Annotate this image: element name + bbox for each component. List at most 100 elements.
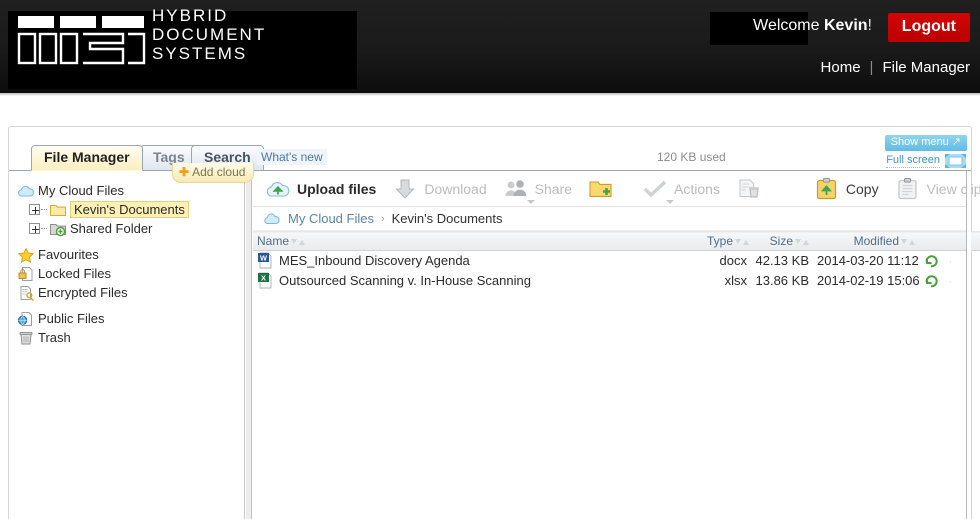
sidebar-item-locked-files[interactable]: Locked Files bbox=[15, 264, 244, 283]
sidebar-item-my-cloud-files[interactable]: My Cloud Files bbox=[15, 181, 244, 200]
cell-size: 42.13 KB bbox=[755, 253, 810, 269]
folder-tree: My Cloud Files Kevin's Documents Shared … bbox=[15, 181, 244, 347]
key-file-icon bbox=[20, 285, 34, 301]
row-dots: · · · bbox=[948, 256, 980, 269]
sidebar-item-favourites[interactable]: Favourites bbox=[15, 245, 244, 264]
sort-arrows-icon[interactable] bbox=[735, 238, 750, 246]
sidebar-label: Favourites bbox=[38, 247, 99, 262]
sort-arrows-icon[interactable] bbox=[291, 238, 306, 246]
column-header-type[interactable]: Type bbox=[703, 231, 751, 251]
cell-modified: 2014-03-20 11:12 bbox=[817, 253, 919, 269]
site-header: HYBRID DOCUMENT SYSTEMS Welcome Kevin! L… bbox=[0, 0, 980, 93]
cell-name[interactable]: W MES_Inbound Discovery Agenda bbox=[253, 251, 703, 271]
toolbar-label: Download bbox=[424, 180, 487, 197]
word-doc-icon: W bbox=[258, 252, 272, 269]
new-folder-icon bbox=[589, 180, 612, 197]
upload-files-button[interactable]: Upload files bbox=[265, 177, 376, 201]
cell-type: docx bbox=[719, 253, 747, 269]
header-text: Name bbox=[257, 234, 290, 248]
breadcrumb-root-link[interactable]: My Cloud Files bbox=[288, 211, 374, 226]
logo-line-3: SYSTEMS bbox=[152, 44, 248, 63]
welcome-username: Kevin bbox=[823, 17, 868, 34]
lock-file-icon bbox=[18, 266, 33, 281]
whats-new-link[interactable]: What's new bbox=[257, 149, 327, 165]
share-button[interactable]: Share bbox=[503, 177, 572, 204]
sidebar-item-kevins-documents[interactable]: Kevin's Documents bbox=[15, 200, 244, 219]
cloud-icon bbox=[264, 213, 280, 224]
expand-plus-icon[interactable] bbox=[29, 223, 40, 234]
file-name: MES_Inbound Discovery Agenda bbox=[279, 253, 470, 269]
welcome-prefix: Welcome bbox=[753, 17, 824, 34]
nav-file-manager-link[interactable]: File Manager bbox=[882, 59, 970, 76]
cell-name[interactable]: X Outsourced Scanning v. In-House Scanni… bbox=[253, 271, 703, 291]
view-clipboard-icon bbox=[897, 177, 917, 199]
header-text: Size bbox=[769, 234, 793, 248]
actions-button[interactable]: Actions bbox=[642, 177, 720, 204]
content-pane: Upload files Download Share Actions Copy… bbox=[253, 171, 980, 519]
sync-icon[interactable] bbox=[925, 254, 940, 268]
sidebar-item-public-files[interactable]: Public Files bbox=[15, 309, 244, 328]
toolbar-label: View clipboard bbox=[926, 180, 980, 197]
mes-logo-icon bbox=[17, 16, 146, 65]
add-cloud-button[interactable]: ✚ Add cloud bbox=[172, 163, 255, 183]
file-name: Outsourced Scanning v. In-House Scanning bbox=[279, 273, 531, 288]
page-body: Show menu ↗ Full screen File Manager Tag… bbox=[0, 93, 980, 519]
tab-strip: File Manager Tags Search What's new 120 … bbox=[9, 145, 971, 171]
cloud-icon bbox=[18, 185, 35, 196]
logo-wordmark: HYBRID DOCUMENT SYSTEMS bbox=[152, 6, 266, 63]
download-arrow-icon bbox=[395, 179, 416, 199]
sync-icon[interactable] bbox=[925, 274, 940, 288]
star-icon bbox=[17, 247, 35, 263]
cell-modified: 2014-02-19 15:06 bbox=[817, 273, 919, 288]
cell-type: xlsx bbox=[724, 273, 747, 288]
chevron-down-icon[interactable] bbox=[526, 199, 535, 204]
sidebar-item-shared-folder[interactable]: Shared Folder bbox=[15, 219, 244, 238]
add-cloud-label: Add cloud bbox=[192, 165, 246, 179]
sidebar-item-encrypted-files[interactable]: Encrypted Files bbox=[15, 283, 244, 302]
column-header-modified[interactable]: Modified bbox=[813, 231, 919, 251]
upload-cloud-icon bbox=[266, 181, 290, 197]
copy-button[interactable]: Copy bbox=[814, 177, 879, 201]
sidebar-label: Encrypted Files bbox=[38, 285, 128, 300]
header-text: Type bbox=[707, 234, 734, 248]
svg-text:W: W bbox=[260, 254, 267, 263]
expand-plus-icon[interactable] bbox=[29, 204, 40, 215]
sidebar-splitter[interactable] bbox=[246, 171, 252, 519]
delete-file-icon bbox=[739, 178, 759, 197]
breadcrumb: My Cloud Files › Kevin's Documents bbox=[253, 207, 971, 231]
logo-line-1: HYBRID bbox=[152, 6, 229, 25]
sidebar-label: Public Files bbox=[38, 311, 105, 326]
cell-size: 13.86 KB bbox=[755, 273, 810, 288]
logout-button[interactable]: Logout bbox=[887, 13, 970, 42]
new-folder-button[interactable] bbox=[588, 177, 620, 201]
sort-arrows-icon[interactable] bbox=[901, 238, 915, 246]
column-header-size[interactable]: Size bbox=[751, 231, 813, 251]
top-navigation: Home | File Manager bbox=[821, 59, 970, 76]
delete-button[interactable] bbox=[736, 177, 768, 201]
table-header-row: Name Type Size Modified bbox=[253, 231, 980, 251]
sidebar-label: Trash bbox=[38, 330, 71, 345]
breadcrumb-current: Kevin's Documents bbox=[391, 211, 503, 226]
tab-file-manager[interactable]: File Manager bbox=[31, 145, 143, 171]
column-header-name[interactable]: Name bbox=[253, 231, 703, 251]
nav-separator: | bbox=[869, 59, 874, 76]
table-row[interactable]: X Outsourced Scanning v. In-House Scanni… bbox=[253, 271, 980, 291]
nav-home-link[interactable]: Home bbox=[821, 59, 861, 76]
toolbar-label: Upload files bbox=[297, 180, 377, 197]
breadcrumb-separator-icon: › bbox=[380, 212, 385, 225]
sidebar-item-trash[interactable]: Trash bbox=[15, 328, 244, 347]
copy-clipboard-icon bbox=[816, 177, 837, 199]
sidebar-label: My Cloud Files bbox=[38, 183, 124, 198]
header-shadow bbox=[0, 93, 980, 96]
storage-used-label: 120 KB used bbox=[657, 150, 726, 164]
sidebar-label: Kevin's Documents bbox=[70, 201, 189, 218]
download-button[interactable]: Download bbox=[392, 177, 487, 201]
chevron-down-icon[interactable] bbox=[665, 199, 674, 204]
welcome-message: Welcome Kevin! bbox=[753, 17, 872, 35]
sort-arrows-icon[interactable] bbox=[795, 238, 809, 246]
content-scrollbar[interactable] bbox=[966, 171, 971, 519]
table-row[interactable]: W MES_Inbound Discovery Agenda docx 42.1… bbox=[253, 251, 980, 271]
check-actions-icon bbox=[643, 180, 667, 197]
